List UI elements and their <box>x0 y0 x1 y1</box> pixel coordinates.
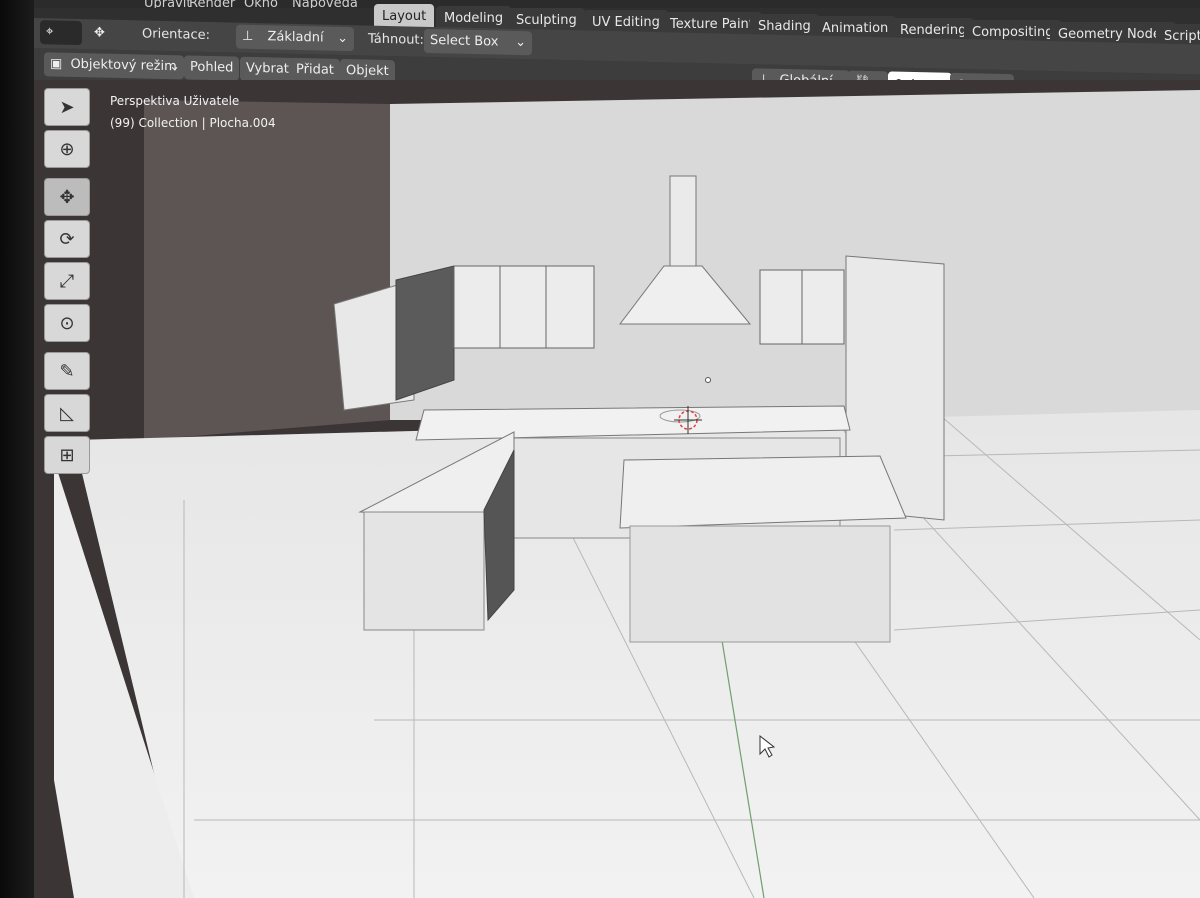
collection-info: (99) Collection | Plocha.004 <box>110 116 276 130</box>
rotate-icon[interactable]: ⟳ <box>44 220 90 258</box>
upper-cabinet-1 <box>453 265 503 349</box>
mode-value: Objektový režim <box>70 56 177 75</box>
tool-mode-dropdown[interactable]: ⌖ <box>40 20 82 46</box>
select-icon[interactable]: ➤ <box>44 88 90 126</box>
menu-view[interactable]: Pohled <box>184 55 240 81</box>
upper-cabinet-3 <box>545 265 595 349</box>
chevron-down-icon: ⌄ <box>337 30 348 47</box>
drag-label: Táhnout: <box>368 31 424 48</box>
annotate-icon[interactable]: ✎ <box>44 352 90 390</box>
blender-window: Upravit Render Okno Nápověda Layout Mode… <box>34 0 1200 898</box>
cursor-icon[interactable]: ⊕ <box>44 130 90 168</box>
side-cabinet <box>363 511 485 631</box>
view-name: Perspektiva Uživatele <box>110 94 240 108</box>
add-cube-icon[interactable]: ⊞ <box>44 436 90 474</box>
back-wall <box>390 90 1200 420</box>
island-body <box>629 525 891 643</box>
viewport-scene <box>34 80 1200 898</box>
upper-cabinet-5 <box>801 269 845 345</box>
menu-select[interactable]: Vybrat <box>240 56 295 82</box>
drag-dropdown[interactable]: Select Box ⌄ <box>424 28 532 56</box>
chevron-down-icon: ⌄ <box>169 59 180 75</box>
orientation-value: Základní <box>267 29 324 46</box>
measure-icon[interactable]: ◺ <box>44 394 90 432</box>
scale-icon[interactable]: ⤢ <box>44 262 90 300</box>
axes-icon: ⊥ <box>242 28 254 44</box>
move-icon[interactable]: ✥ <box>44 178 90 216</box>
island-top <box>619 455 907 529</box>
chevron-down-icon: ⌄ <box>515 34 526 51</box>
object-mode-icon: ▣ <box>50 56 63 72</box>
upper-cabinet-side <box>395 265 455 401</box>
origin-point <box>705 377 711 383</box>
monitor-bezel <box>0 0 34 898</box>
upper-cabinet-4 <box>759 269 803 345</box>
move-tool-icon[interactable]: ✥ <box>88 21 120 46</box>
upper-cabinet-2 <box>499 265 549 349</box>
hood-chimney <box>669 175 697 267</box>
select-mode-icon: ⌖ <box>46 24 54 40</box>
3d-viewport[interactable]: Perspektiva Uživatele (99) Collection | … <box>34 80 1200 898</box>
mode-dropdown[interactable]: ▣ Objektový režim ⌄ <box>44 52 184 80</box>
drag-value: Select Box <box>430 32 499 50</box>
orientation-label: Orientace: <box>142 26 211 43</box>
orientation-dropdown[interactable]: ⊥ Základní ⌄ <box>236 24 354 52</box>
transform-icon[interactable]: ⊙ <box>44 304 90 342</box>
